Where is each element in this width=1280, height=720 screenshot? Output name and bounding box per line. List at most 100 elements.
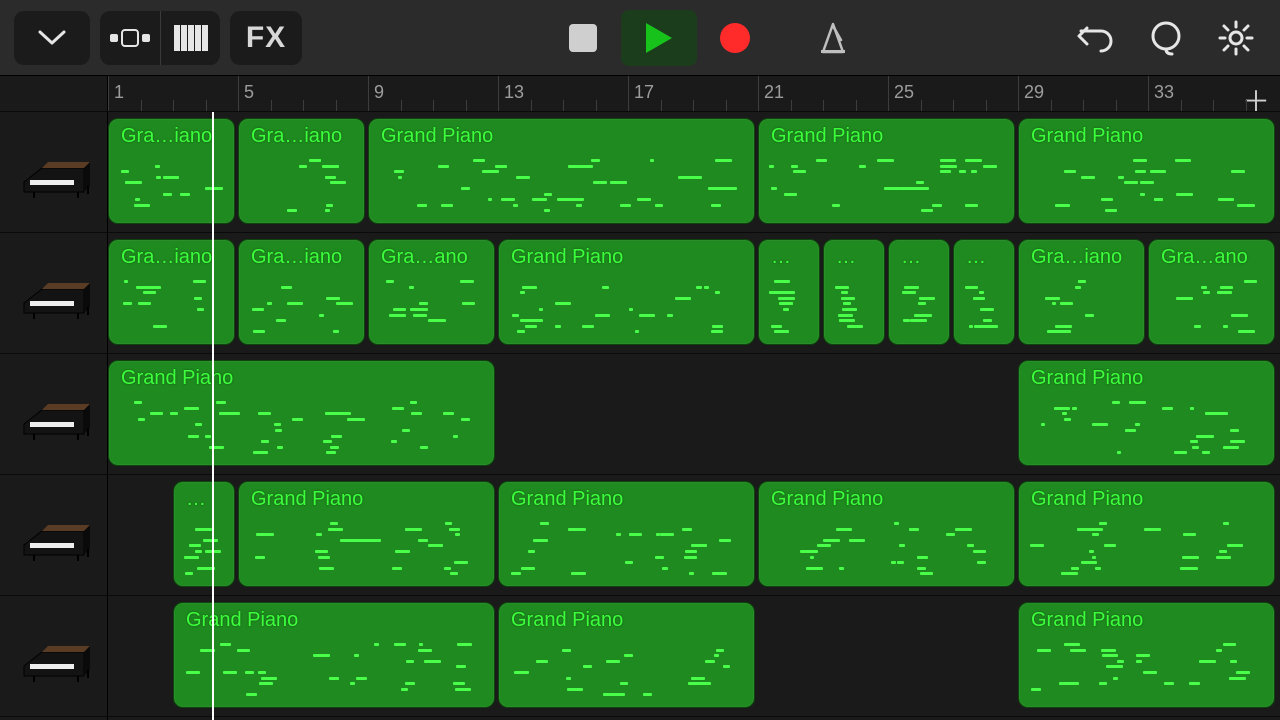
midi-preview: [1029, 522, 1264, 578]
grand-piano-icon: [18, 269, 90, 317]
track-header[interactable]: [0, 596, 107, 717]
instrument-view-button[interactable]: [160, 11, 220, 65]
midi-preview: [899, 280, 939, 336]
settings-button[interactable]: [1206, 11, 1266, 65]
midi-preview: [509, 643, 744, 699]
midi-region[interactable]: Gra…iano: [238, 239, 365, 345]
midi-region[interactable]: Gra…iano: [108, 239, 235, 345]
chevron-down-icon: [38, 30, 66, 46]
midi-preview: [379, 280, 484, 336]
play-button[interactable]: [621, 10, 697, 66]
grand-piano-icon: [18, 390, 90, 438]
region-label: Grand Piano: [499, 482, 754, 511]
region-label: Grand Piano: [1019, 361, 1274, 390]
midi-region[interactable]: Gra…iano: [238, 118, 365, 224]
track-header[interactable]: [0, 233, 107, 354]
region-label: Grand Piano: [239, 482, 494, 511]
toolbar: FX: [0, 0, 1280, 76]
region-label: Gra…ano: [369, 240, 494, 269]
track-header[interactable]: [0, 112, 107, 233]
midi-preview: [184, 522, 224, 578]
track-header[interactable]: [0, 475, 107, 596]
grand-piano-icon: [18, 632, 90, 680]
region-label: Grand Piano: [1019, 119, 1274, 148]
track-lanes[interactable]: Gra…ianoGra…ianoGrand PianoGrand PianoGr…: [108, 112, 1280, 720]
midi-region[interactable]: Grand Piano: [1018, 360, 1275, 466]
region-label: …: [759, 240, 819, 269]
fx-button[interactable]: FX: [230, 11, 302, 65]
tracks-view-button[interactable]: [100, 11, 160, 65]
region-label: Grand Piano: [499, 240, 754, 269]
undo-button[interactable]: [1066, 11, 1126, 65]
region-label: …: [824, 240, 884, 269]
midi-region[interactable]: Gra…iano: [108, 118, 235, 224]
midi-region[interactable]: Grand Piano: [1018, 481, 1275, 587]
midi-preview: [1029, 280, 1134, 336]
midi-region[interactable]: Grand Piano: [1018, 118, 1275, 224]
metronome-button[interactable]: [803, 11, 863, 65]
midi-region[interactable]: Grand Piano: [173, 602, 495, 708]
midi-preview: [119, 280, 224, 336]
midi-region[interactable]: …: [758, 239, 820, 345]
track-lane[interactable]: Grand Piano Grand Piano: [108, 354, 1280, 475]
midi-preview: [249, 280, 354, 336]
loop-button[interactable]: [1136, 11, 1196, 65]
loop-icon: [1148, 20, 1184, 56]
midi-region[interactable]: Grand Piano: [758, 118, 1015, 224]
track-lane[interactable]: Grand PianoGrand PianoGrand Piano: [108, 596, 1280, 717]
midi-preview: [964, 280, 1004, 336]
region-label: Gra…iano: [109, 240, 234, 269]
midi-region[interactable]: …: [173, 481, 235, 587]
region-label: …: [889, 240, 949, 269]
region-label: Gra…iano: [239, 240, 364, 269]
stop-button[interactable]: [545, 10, 621, 66]
record-button[interactable]: [697, 10, 773, 66]
midi-region[interactable]: Grand Piano: [108, 360, 495, 466]
track-headers: [0, 112, 108, 720]
play-icon: [644, 21, 674, 55]
track-lane[interactable]: …Grand PianoGrand PianoGrand PianoGrand …: [108, 475, 1280, 596]
fx-label: FX: [246, 21, 286, 55]
track-header[interactable]: [0, 354, 107, 475]
view-toggle: [100, 11, 220, 65]
ruler-number: 33: [1154, 82, 1174, 103]
region-label: Grand Piano: [109, 361, 494, 390]
midi-region[interactable]: Grand Piano: [1018, 602, 1275, 708]
ruler-number: 9: [374, 82, 384, 103]
midi-preview: [1159, 280, 1264, 336]
ruler[interactable]: ＋ 159131721252933: [108, 76, 1280, 111]
region-label: …: [174, 482, 234, 511]
midi-region[interactable]: Grand Piano: [368, 118, 755, 224]
track-lane[interactable]: Gra…ianoGra…ianoGra…anoGrand Piano…………Gr…: [108, 233, 1280, 354]
midi-preview: [184, 643, 484, 699]
midi-region[interactable]: Grand Piano: [498, 481, 755, 587]
midi-preview: [769, 522, 1004, 578]
midi-preview: [1029, 643, 1264, 699]
stop-icon: [569, 24, 597, 52]
midi-preview: [834, 280, 874, 336]
midi-region[interactable]: Grand Piano: [498, 602, 755, 708]
my-songs-dropdown[interactable]: [14, 11, 90, 65]
midi-region[interactable]: Grand Piano: [498, 239, 755, 345]
region-label: Grand Piano: [369, 119, 754, 148]
metronome-icon: [815, 20, 851, 56]
region-label: Grand Piano: [1019, 603, 1274, 632]
track-lane[interactable]: Gra…ianoGra…ianoGrand PianoGrand PianoGr…: [108, 112, 1280, 233]
region-label: …: [954, 240, 1014, 269]
midi-region[interactable]: Grand Piano: [238, 481, 495, 587]
midi-preview: [379, 159, 744, 215]
region-label: Grand Piano: [174, 603, 494, 632]
transport-controls: [545, 10, 773, 66]
ruler-row: ＋ 159131721252933: [0, 76, 1280, 112]
ruler-number: 25: [894, 82, 914, 103]
midi-region[interactable]: Grand Piano: [758, 481, 1015, 587]
grand-piano-icon: [18, 148, 90, 196]
midi-region[interactable]: …: [823, 239, 885, 345]
region-label: Gra…ano: [1149, 240, 1274, 269]
tracks-view-icon: [110, 27, 150, 49]
midi-region[interactable]: …: [953, 239, 1015, 345]
midi-region[interactable]: Gra…ano: [1148, 239, 1275, 345]
midi-region[interactable]: Gra…ano: [368, 239, 495, 345]
midi-region[interactable]: Gra…iano: [1018, 239, 1145, 345]
midi-region[interactable]: …: [888, 239, 950, 345]
